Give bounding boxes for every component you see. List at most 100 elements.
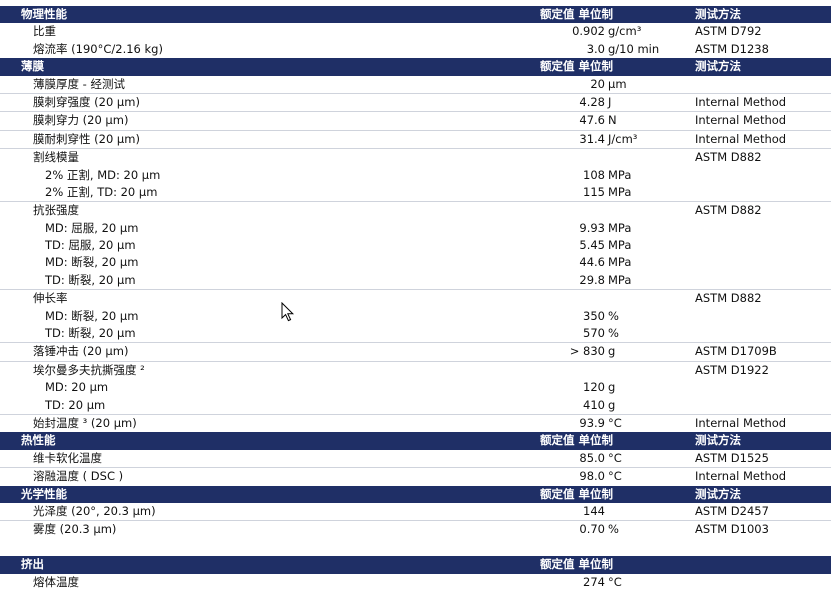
property-row: MD: 断裂, 20 µm 350% xyxy=(0,308,831,325)
property-name: 膜耐刺穿性 (20 µm) xyxy=(33,131,140,146)
property-unit: µm xyxy=(608,76,627,91)
section-title: 挤出 xyxy=(21,557,44,572)
test-method: Internal Method xyxy=(695,469,787,484)
property-name: 光泽度 (20°, 20.3 µm) xyxy=(33,503,156,518)
property-unit: g xyxy=(608,397,616,412)
property-row: 熔体温度 274 °C xyxy=(0,574,831,591)
property-name: TD: 屈服, 20 µm xyxy=(45,238,136,253)
property-name: 熔流率 (190°C/2.16 kg) xyxy=(33,41,163,56)
property-name: MD: 屈服, 20 µm xyxy=(45,220,139,235)
property-value: 9.93 xyxy=(579,220,605,235)
property-unit: MPa xyxy=(608,167,632,182)
property-name: 比重 xyxy=(33,24,56,39)
property-name: 溶融温度 ( DSC ) xyxy=(33,469,124,484)
test-method: Internal Method xyxy=(695,94,787,109)
property-name: 2% 正割, MD: 20 µm xyxy=(45,167,161,182)
property-datasheet: 物理性能 额定值 单位制 测试方法 比重 0.902 g/cm³ ASTM D792 熔流率 … xyxy=(0,6,831,591)
property-unit: J xyxy=(608,94,612,109)
property-row: 割线模量 ASTM D882 xyxy=(0,148,831,166)
property-unit: % xyxy=(608,326,619,341)
value-unit-header: 额定值 单位制 xyxy=(540,59,614,74)
property-name: MD: 断裂, 20 µm xyxy=(45,255,139,270)
property-name: TD: 20 µm xyxy=(45,397,106,412)
property-row: 膜刺穿力 (20 µm) 47.6 N Internal Method xyxy=(0,111,831,129)
test-method-header: 测试方法 xyxy=(695,59,741,74)
property-row: TD: 屈服, 20 µm 5.45 MPa xyxy=(0,237,831,254)
property-row: 膜耐刺穿性 (20 µm) 31.4 J/cm³ Internal Method xyxy=(0,129,831,148)
property-row: 抗张强度 ASTM D882 xyxy=(0,201,831,219)
property-row: 膜刺穿强度 (20 µm) 4.28 J Internal Method xyxy=(0,92,831,111)
property-unit: g/cm³ xyxy=(608,24,642,39)
test-method: ASTM D792 xyxy=(695,24,762,39)
property-name: 始封温度 ³ (20 µm) xyxy=(33,415,137,430)
test-method: Internal Method xyxy=(695,415,787,430)
property-value: 108 xyxy=(583,167,605,182)
mouse-pointer-icon xyxy=(281,302,295,322)
test-method: Internal Method xyxy=(695,131,787,146)
property-name: 割线模量 xyxy=(33,150,79,165)
property-unit: MPa xyxy=(608,238,632,253)
property-name: 抗张强度 xyxy=(33,203,79,218)
property-unit: MPa xyxy=(608,184,632,199)
property-value: 350 xyxy=(583,308,605,323)
property-row: 2% 正割, TD: 20 µm 115 MPa xyxy=(0,184,831,201)
test-method: ASTM D882 xyxy=(695,291,762,306)
property-value: 98.0 xyxy=(579,469,605,484)
section-title: 光学性能 xyxy=(21,486,67,501)
property-value: 85.0 xyxy=(579,450,605,465)
property-row: 溶融温度 ( DSC ) 98.0 °C Internal Method xyxy=(0,467,831,485)
property-value: 5.45 xyxy=(579,238,605,253)
property-unit: % xyxy=(608,522,619,537)
property-name: 2% 正割, TD: 20 µm xyxy=(45,184,158,199)
section-title: 热性能 xyxy=(21,433,56,448)
property-unit: MPa xyxy=(608,255,632,270)
property-row: 薄膜厚度 - 经测试 20 µm xyxy=(0,76,831,93)
test-method: ASTM D1003 xyxy=(695,522,769,537)
property-unit: N xyxy=(608,113,617,128)
property-value: 44.6 xyxy=(579,255,605,270)
property-value: 31.4 xyxy=(579,131,605,146)
property-value: 120 xyxy=(583,380,605,395)
section-title: 物理性能 xyxy=(21,7,67,21)
property-unit: MPa xyxy=(608,272,632,287)
property-row: TD: 断裂, 20 µm 29.8 MPa xyxy=(0,272,831,289)
property-name: TD: 断裂, 20 µm xyxy=(45,326,136,341)
value-unit-header: 额定值 单位制 xyxy=(540,557,614,572)
property-row: 比重 0.902 g/cm³ ASTM D792 xyxy=(0,23,831,40)
property-value: 3.0 xyxy=(586,41,605,56)
property-row: MD: 20 µm 120 g xyxy=(0,379,831,396)
test-method: ASTM D1922 xyxy=(695,362,769,377)
property-row: MD: 屈服, 20 µm 9.93 MPa xyxy=(0,220,831,237)
property-value: 274 xyxy=(583,574,605,589)
section-header: 挤出 额定值 单位制 xyxy=(0,556,831,574)
property-value: 0.70 xyxy=(579,522,605,537)
property-value: 47.6 xyxy=(579,113,605,128)
property-name: 膜刺穿力 (20 µm) xyxy=(33,113,129,128)
property-unit: °C xyxy=(608,574,622,589)
property-unit: g xyxy=(608,344,616,359)
property-row: 伸长率 ASTM D882 xyxy=(0,289,831,307)
property-unit: g/10 min xyxy=(608,41,660,56)
test-method-header: 测试方法 xyxy=(695,7,741,21)
property-row: 雾度 (20.3 µm) 0.70% ASTM D1003 xyxy=(0,520,831,538)
property-name: 埃尔曼多夫抗撕强度 ² xyxy=(33,362,145,377)
property-unit: MPa xyxy=(608,220,632,235)
property-name: MD: 断裂, 20 µm xyxy=(45,308,139,323)
property-value: 410 xyxy=(583,397,605,412)
property-unit: °C xyxy=(608,415,622,430)
property-name: 膜刺穿强度 (20 µm) xyxy=(33,94,140,109)
property-name: 薄膜厚度 - 经测试 xyxy=(33,76,125,91)
property-value: > 830 xyxy=(569,344,605,359)
property-unit: J/cm³ xyxy=(608,131,638,146)
value-unit-header: 额定值 单位制 xyxy=(540,486,614,501)
property-row: 维卡软化温度 85.0 °C ASTM D1525 xyxy=(0,450,831,467)
property-value: 29.8 xyxy=(579,272,605,287)
property-value: 0.902 xyxy=(572,24,605,39)
section-header: 光学性能 额定值 单位制 测试方法 xyxy=(0,485,831,503)
test-method: ASTM D1709B xyxy=(695,344,777,359)
test-method: ASTM D1525 xyxy=(695,450,769,465)
test-method-header: 测试方法 xyxy=(695,433,741,448)
property-row: 光泽度 (20°, 20.3 µm) 144 ASTM D2457 xyxy=(0,503,831,520)
property-name: 雾度 (20.3 µm) xyxy=(33,522,117,537)
